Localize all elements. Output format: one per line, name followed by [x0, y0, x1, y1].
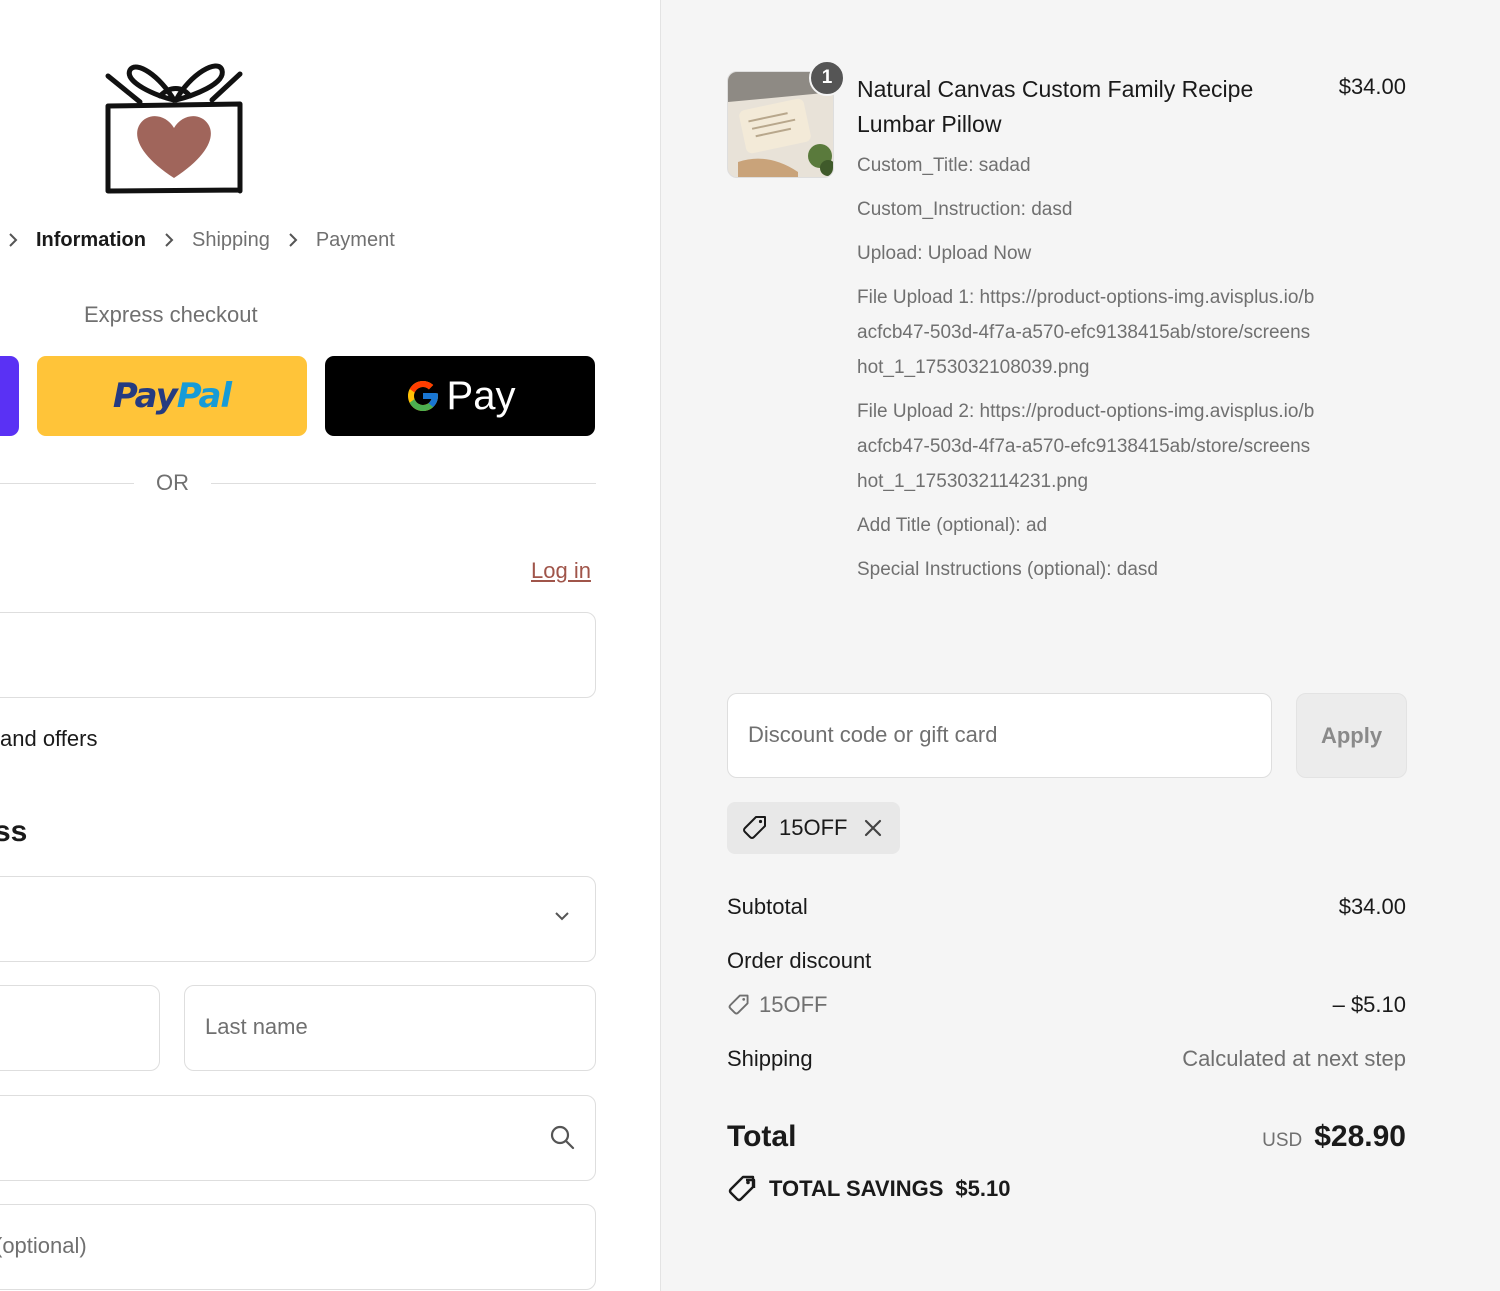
product-property: Special Instructions (optional): dasd — [857, 559, 1158, 580]
last-name-placeholder: Last name — [205, 1014, 308, 1039]
total-amount: USD $28.90 — [1262, 1120, 1406, 1154]
search-icon[interactable] — [549, 1124, 575, 1155]
product-property: File Upload 1: https://product-options-i… — [857, 287, 1315, 378]
google-pay-label: Pay — [446, 373, 516, 418]
last-name-field[interactable]: Last name — [184, 985, 596, 1071]
google-pay-button[interactable]: Pay — [325, 356, 595, 436]
google-g-icon — [407, 381, 438, 411]
or-label: OR — [156, 470, 189, 495]
close-icon[interactable] — [863, 818, 883, 838]
checkout-main: Information Shipping Payment Express che… — [0, 0, 660, 1291]
order-discount-label: Order discount — [727, 948, 872, 973]
subtotal-label: Subtotal — [727, 894, 808, 919]
discount-placeholder: Discount code or gift card — [748, 722, 998, 747]
chevron-right-icon — [280, 227, 306, 253]
subtotal-value: $34.00 — [1338, 894, 1406, 919]
order-discount-value: – $5.10 — [1332, 992, 1406, 1017]
tag-icon — [743, 816, 766, 839]
login-link[interactable]: Log in — [531, 558, 591, 584]
gift-heart-logo — [105, 63, 243, 194]
first-name-field[interactable] — [0, 985, 160, 1071]
savings-label: TOTAL SAVINGS — [769, 1176, 944, 1201]
breadcrumb-payment[interactable]: Payment — [316, 229, 395, 252]
apartment-field[interactable]: (optional) — [0, 1204, 596, 1290]
total-savings: TOTAL SAVINGS $5.10 — [727, 1174, 1010, 1204]
country-select[interactable] — [0, 876, 596, 962]
total-value: $28.90 — [1314, 1120, 1406, 1153]
shipping-value: Calculated at next step — [1182, 1046, 1406, 1071]
email-offers-checkbox-label[interactable]: and offers — [0, 726, 97, 752]
order-discount-code: 15OFF — [727, 992, 827, 1018]
order-summary: 1 Natural Canvas Custom Family Recipe Lu… — [660, 0, 1500, 1291]
chevron-right-icon — [156, 227, 182, 253]
product-property: Upload: Upload Now — [857, 243, 1032, 264]
product-property: Custom_Instruction: dasd — [857, 199, 1073, 220]
product-price: $34.00 — [1338, 74, 1406, 99]
breadcrumb-shipping[interactable]: Shipping — [192, 229, 270, 252]
discount-code-input[interactable]: Discount code or gift card — [727, 693, 1272, 778]
breadcrumb-information: Information — [36, 228, 146, 251]
product-title: Natural Canvas Custom Family Recipe Lumb… — [857, 76, 1254, 137]
or-divider: OR — [0, 470, 596, 498]
product-property: Add Title (optional): ad — [857, 515, 1048, 536]
applied-code-label: 15OFF — [779, 815, 848, 840]
total-label: Total — [727, 1120, 797, 1153]
chevron-down-icon — [553, 907, 571, 930]
address-field[interactable] — [0, 1095, 596, 1181]
savings-value: $5.10 — [955, 1176, 1011, 1201]
apartment-placeholder: (optional) — [0, 1233, 87, 1258]
tag-icon — [728, 994, 749, 1015]
express-checkout-label: Express checkout — [84, 302, 258, 327]
breadcrumb: Information Shipping Payment — [0, 226, 395, 254]
store-logo[interactable] — [100, 56, 250, 201]
savings-tag-icon — [728, 1175, 756, 1202]
product-properties: Custom_Title: sadad Custom_Instruction: … — [857, 148, 1327, 596]
product-property: Custom_Title: sadad — [857, 155, 1031, 176]
applied-discount-tag: 15OFF — [727, 802, 900, 854]
email-field[interactable] — [0, 612, 596, 698]
quantity-badge: 1 — [809, 60, 845, 96]
paypal-logo: PayPal — [112, 376, 232, 416]
paypal-button[interactable]: PayPal — [37, 356, 307, 436]
shop-pay-button[interactable] — [0, 356, 19, 436]
apply-discount-button[interactable]: Apply — [1296, 693, 1407, 778]
delivery-heading: ss — [0, 815, 28, 848]
product-property: File Upload 2: https://product-options-i… — [857, 401, 1315, 492]
currency-code: USD — [1262, 1130, 1303, 1151]
shipping-label: Shipping — [727, 1046, 813, 1071]
chevron-right-icon — [0, 227, 26, 253]
